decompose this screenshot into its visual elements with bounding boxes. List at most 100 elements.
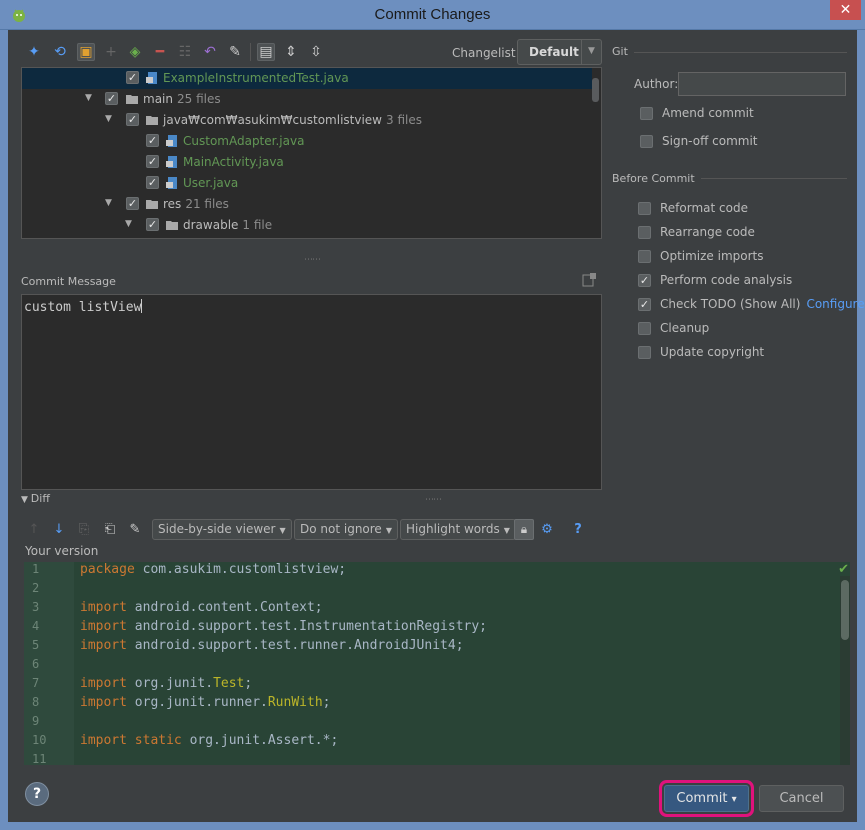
lock-icon[interactable]: 🔒︎ (514, 519, 534, 540)
checkbox[interactable]: ✓ (105, 92, 118, 105)
collapse-all-icon[interactable]: ⇳ (307, 43, 325, 61)
commit-message-label: Commit Message (21, 275, 116, 288)
chevron-down-icon: ▼ (503, 526, 510, 535)
cancel-button[interactable]: Cancel (759, 785, 844, 812)
diff-toggle[interactable]: ▼ Diff (21, 492, 50, 505)
commit-button[interactable]: Commit ▾ (664, 785, 749, 812)
code-keyword: package (80, 562, 135, 577)
edit-icon[interactable]: ✎ (127, 521, 143, 537)
next-difference-icon[interactable]: ↓ (51, 521, 67, 537)
configure-link[interactable]: Configure (806, 297, 864, 311)
code-annotation: Test (213, 676, 245, 691)
checkbox[interactable]: ✓ (638, 346, 651, 359)
help-icon[interactable]: ? (570, 521, 586, 537)
checkbox[interactable]: ✓ (638, 322, 651, 335)
code-text: org.junit.Assert.*; (181, 733, 339, 748)
line-number: 6 (32, 657, 40, 671)
checkbox[interactable]: ✓ (638, 298, 651, 311)
tree-row[interactable]: ✓ CustomAdapter.java (22, 131, 592, 152)
window-frame-bottom (0, 822, 865, 830)
checkbox[interactable]: ✓ (638, 226, 651, 239)
option-label: Rearrange code (660, 225, 755, 239)
expand-arrow-icon[interactable]: ▼ (85, 93, 92, 103)
code-text: android.support.test.InstrumentationRegi… (126, 619, 487, 634)
checkbox[interactable]: ✓ (638, 250, 651, 263)
code-keyword: import (80, 638, 127, 653)
git-group-line (612, 52, 847, 53)
show-diff-icon[interactable]: ✦ (25, 43, 43, 61)
checkbox[interactable]: ✓ (146, 176, 159, 189)
prev-difference-icon[interactable]: ↑ (26, 521, 42, 537)
folder-icon (166, 221, 178, 230)
changelist-select[interactable]: Default ▼ (517, 39, 602, 65)
tree-row[interactable]: ✓ MainActivity.java (22, 152, 592, 173)
help-button[interactable]: ? (25, 782, 49, 806)
author-field[interactable] (678, 72, 846, 96)
revert-icon[interactable]: ↶ (201, 43, 219, 61)
refresh-icon[interactable]: ⟲ (51, 43, 69, 61)
expand-arrow-icon[interactable]: ▼ (105, 114, 112, 124)
file-count: 3 files (386, 113, 422, 127)
expand-all-icon[interactable]: ⇕ (282, 43, 300, 61)
viewer-select[interactable]: Side-by-side viewer ▼ (152, 519, 292, 540)
prev-file-icon[interactable]: ⎘ (76, 521, 92, 537)
checkbox[interactable]: ✓ (638, 274, 651, 287)
folder-icon (126, 95, 138, 104)
tree-row[interactable]: ✓ User.java (22, 173, 592, 194)
checkbox[interactable]: ✓ (126, 71, 139, 84)
code-text: android.content.Context; (126, 600, 323, 615)
window-title: Commit Changes (374, 6, 491, 23)
preview-diff-icon[interactable]: ▤ (257, 43, 275, 61)
close-button[interactable]: ✕ (830, 0, 861, 20)
before-commit-title: Before Commit (612, 172, 701, 185)
code-text: ; (244, 676, 253, 691)
checkbox[interactable]: ✓ (126, 197, 139, 210)
line-number: 8 (32, 695, 40, 709)
expand-arrow-icon[interactable]: ▼ (125, 219, 132, 229)
move-to-changelist-icon[interactable]: ◈ (126, 43, 144, 61)
checkbox[interactable]: ✓ (146, 134, 159, 147)
code-keyword: import (80, 676, 127, 691)
editor-scrollbar-thumb[interactable] (841, 580, 849, 640)
checkbox[interactable]: ✓ (640, 135, 653, 148)
dropdown-arrow-icon: ▾ (731, 794, 737, 805)
edit-source-icon[interactable]: ✎ (226, 43, 244, 61)
remove-icon[interactable]: ━ (151, 43, 169, 61)
tree-row[interactable]: ✓ ExampleInstrumentedTest.java (22, 68, 592, 89)
checkbox[interactable]: ✓ (638, 202, 651, 215)
commit-message-input[interactable]: custom listView (21, 294, 602, 490)
tree-row[interactable]: ▼ ✓ drawable 1 file (22, 215, 592, 236)
ignore-select[interactable]: Do not ignore ▼ (294, 519, 398, 540)
author-label: Author: (634, 77, 679, 91)
checkbox[interactable]: ✓ (126, 113, 139, 126)
jump-to-source-icon[interactable]: ☷ (176, 43, 194, 61)
folder-icon (146, 116, 158, 125)
dialog-body: ✦ ⟲ ▣ + ◈ ━ ☷ ↶ ✎ ▤ ⇕ ⇳ Changelist: Defa… (8, 30, 865, 822)
tree-row-label: java₩com₩asukim₩customlistview (163, 113, 382, 127)
window-frame-left (0, 30, 8, 830)
code-text: com.asukim.customlistview; (134, 562, 347, 577)
expand-arrow-icon[interactable]: ▼ (105, 198, 112, 208)
checkbox[interactable]: ✓ (640, 107, 653, 120)
tree-row[interactable]: ▼ ✓ main 25 files (22, 89, 592, 110)
tree-scrollbar[interactable] (592, 78, 599, 102)
tree-row-label: CustomAdapter.java (183, 134, 305, 148)
git-group-title: Git (612, 45, 634, 58)
add-icon[interactable]: + (102, 43, 120, 61)
option-label: Check TODO (Show All) (660, 297, 801, 311)
splitter-grip[interactable]: ⋯⋯ (304, 255, 321, 265)
next-file-icon[interactable]: ⎗ (102, 521, 118, 537)
diff-editor[interactable]: 1 package com.asukim.customlistview; 2 3 i… (24, 562, 850, 765)
highlight-select[interactable]: Highlight words ▼ (400, 519, 516, 540)
changes-tree[interactable]: ✓ ExampleInstrumentedTest.java ▼ ✓ main 2… (21, 67, 602, 239)
checkbox[interactable]: ✓ (146, 218, 159, 231)
checkbox[interactable]: ✓ (146, 155, 159, 168)
splitter-grip[interactable]: ⋯⋯ (425, 495, 442, 505)
option-label: Perform code analysis (660, 273, 793, 287)
group-by-icon[interactable]: ▣ (77, 43, 95, 61)
tree-row[interactable]: ▼ ✓ java₩com₩asukim₩customlistview 3 file… (22, 110, 592, 131)
tree-row-label: main (143, 92, 173, 106)
settings-gear-icon[interactable]: ⚙ (539, 521, 555, 537)
tree-row[interactable]: ▼ ✓ res 21 files (22, 194, 592, 215)
message-history-icon[interactable] (581, 272, 597, 288)
